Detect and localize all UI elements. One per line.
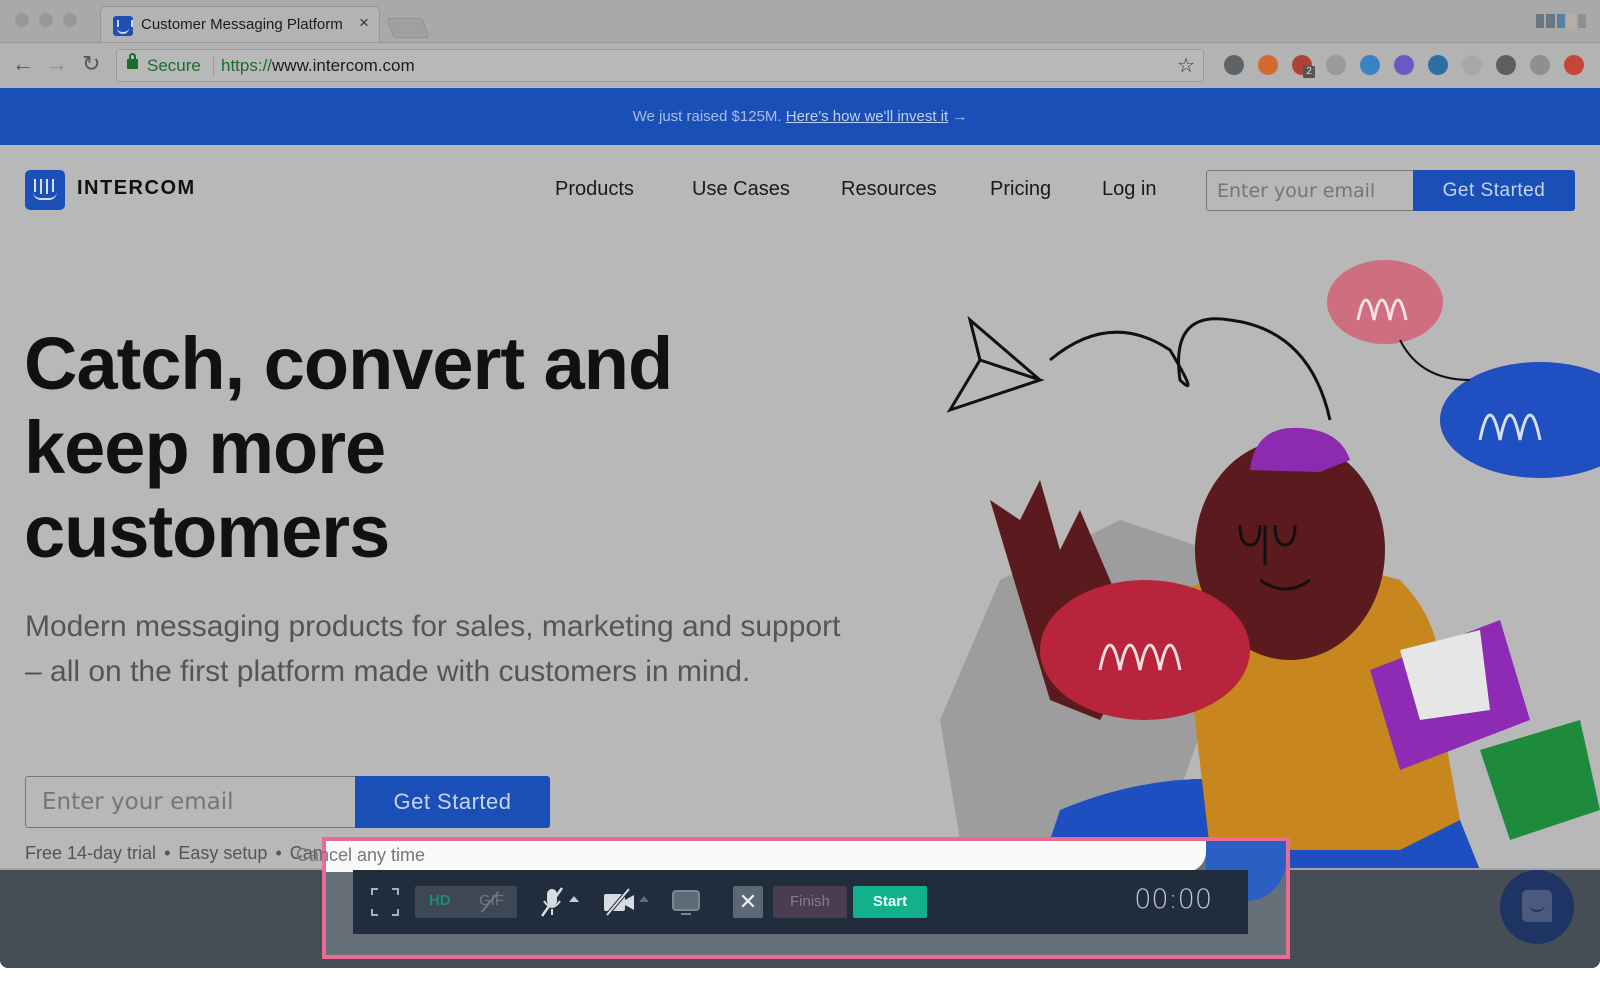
quality-toggle[interactable]: HD GIF	[415, 886, 517, 918]
close-window-button[interactable]	[15, 13, 29, 27]
back-arrow-icon[interactable]: ←	[12, 51, 34, 77]
maximize-window-button[interactable]	[63, 13, 77, 27]
fullscreen-icon[interactable]	[371, 888, 399, 916]
note-separator: •	[164, 843, 171, 863]
fox-extension-icon[interactable]	[1258, 55, 1278, 75]
green-envelope	[1480, 720, 1600, 840]
url-host: www.intercom.com	[272, 56, 415, 75]
hero-title-line: customers	[24, 490, 390, 573]
header-email-input[interactable]	[1206, 170, 1413, 211]
tab-strip: Customer Messaging Platform ×	[0, 0, 1600, 42]
nav-products[interactable]: Products	[555, 178, 634, 201]
nav-use-cases[interactable]: Use Cases	[692, 178, 790, 201]
announcement-bar: We just raised $125M. Here's how we'll i…	[0, 88, 1600, 145]
finish-button[interactable]: Finish	[773, 886, 847, 918]
gif-option[interactable]: GIF	[479, 892, 504, 909]
browser-window: Customer Messaging Platform × ← → ↻ Secu…	[0, 0, 1600, 968]
extension-badge: 2	[1303, 66, 1315, 78]
hero-title-line: Catch, convert and	[24, 322, 673, 405]
tab-close-icon[interactable]: ×	[359, 13, 369, 33]
flight-path-line	[1049, 317, 1332, 421]
hero-subtitle: Modern messaging products for sales, mar…	[25, 610, 841, 688]
page-strip: Cancel any time	[296, 841, 1206, 872]
browser-toolbar: ← → ↻ Secure https://www.intercom.com ☆ …	[0, 42, 1600, 87]
nav-resources[interactable]: Resources	[841, 178, 937, 201]
recording-timer: 00:00	[1134, 884, 1212, 915]
purple-hat-shape	[1250, 427, 1350, 472]
camera-off-icon[interactable]	[603, 886, 635, 918]
shield-extension-icon[interactable]	[1394, 55, 1414, 75]
spiral-extension-icon[interactable]	[1496, 55, 1516, 75]
paper-plane	[946, 315, 1045, 413]
bubble-string	[1399, 339, 1471, 381]
evernote-extension-icon[interactable]	[1224, 55, 1244, 75]
new-tab-button[interactable]	[386, 18, 430, 38]
note-setup: Easy setup	[178, 843, 268, 863]
browser-tab[interactable]: Customer Messaging Platform ×	[100, 6, 380, 42]
upload-extension-icon[interactable]	[1564, 55, 1584, 75]
note-trial: Free 14-day trial	[25, 843, 157, 863]
recording-toolbar: HD GIF ✕ Finish Start 00:00	[353, 870, 1248, 934]
reload-icon[interactable]: ↻	[82, 51, 100, 77]
hero-email-input[interactable]	[25, 776, 355, 828]
nav-pricing[interactable]: Pricing	[990, 178, 1051, 201]
cloud-extension-icon[interactable]	[1326, 55, 1346, 75]
mic-muted-icon[interactable]	[539, 886, 565, 918]
cancel-recording-button[interactable]: ✕	[733, 886, 763, 918]
hd-option[interactable]: HD	[429, 892, 451, 909]
hero-title-line: keep more	[24, 406, 386, 489]
hero-title: Catch, convert and keep more customers	[24, 322, 784, 574]
screen-share-icon[interactable]	[671, 886, 701, 918]
tab-title: Customer Messaging Platform	[141, 16, 343, 33]
announcement-link[interactable]: Here's how we'll invest it	[786, 108, 948, 125]
profile-avatar[interactable]	[1536, 14, 1587, 28]
url-scheme: https://	[221, 56, 273, 75]
header-get-started-button[interactable]: Get Started	[1413, 170, 1575, 211]
intercom-logo-icon[interactable]	[25, 170, 65, 210]
forward-arrow-icon[interactable]: →	[46, 51, 68, 77]
intercom-favicon-icon	[113, 16, 133, 36]
grid-extension-icon[interactable]	[1462, 55, 1482, 75]
lock-icon	[127, 53, 138, 69]
address-divider	[213, 56, 214, 76]
square-extension-icon[interactable]	[1530, 55, 1550, 75]
nav-login[interactable]: Log in	[1102, 178, 1157, 201]
adblock-extension-icon[interactable]: 2	[1292, 55, 1315, 78]
mic-dropdown-caret-icon[interactable]	[569, 896, 579, 902]
hero-illustration	[940, 260, 1600, 870]
camera-dropdown-caret-icon[interactable]	[639, 896, 649, 902]
start-button[interactable]: Start	[853, 886, 927, 918]
arrow-right-icon: →	[952, 108, 968, 125]
bookmark-star-icon[interactable]: ☆	[1177, 53, 1195, 78]
note-separator: •	[275, 843, 282, 863]
minimize-window-button[interactable]	[39, 13, 53, 27]
address-bar[interactable]: Secure https://www.intercom.com ☆	[116, 49, 1204, 82]
url-text[interactable]: https://www.intercom.com	[221, 56, 415, 76]
compass-extension-icon[interactable]	[1428, 55, 1448, 75]
secure-label: Secure	[147, 56, 201, 75]
cancel-any-time-text: Cancel any time	[296, 845, 426, 865]
brand-name[interactable]: INTERCOM	[77, 177, 196, 200]
zoom-extension-icon[interactable]	[1360, 55, 1380, 75]
hero-get-started-button[interactable]: Get Started	[355, 776, 550, 828]
announcement-text: We just raised $125M.	[632, 108, 782, 125]
messenger-launcher-button[interactable]	[1500, 870, 1574, 944]
